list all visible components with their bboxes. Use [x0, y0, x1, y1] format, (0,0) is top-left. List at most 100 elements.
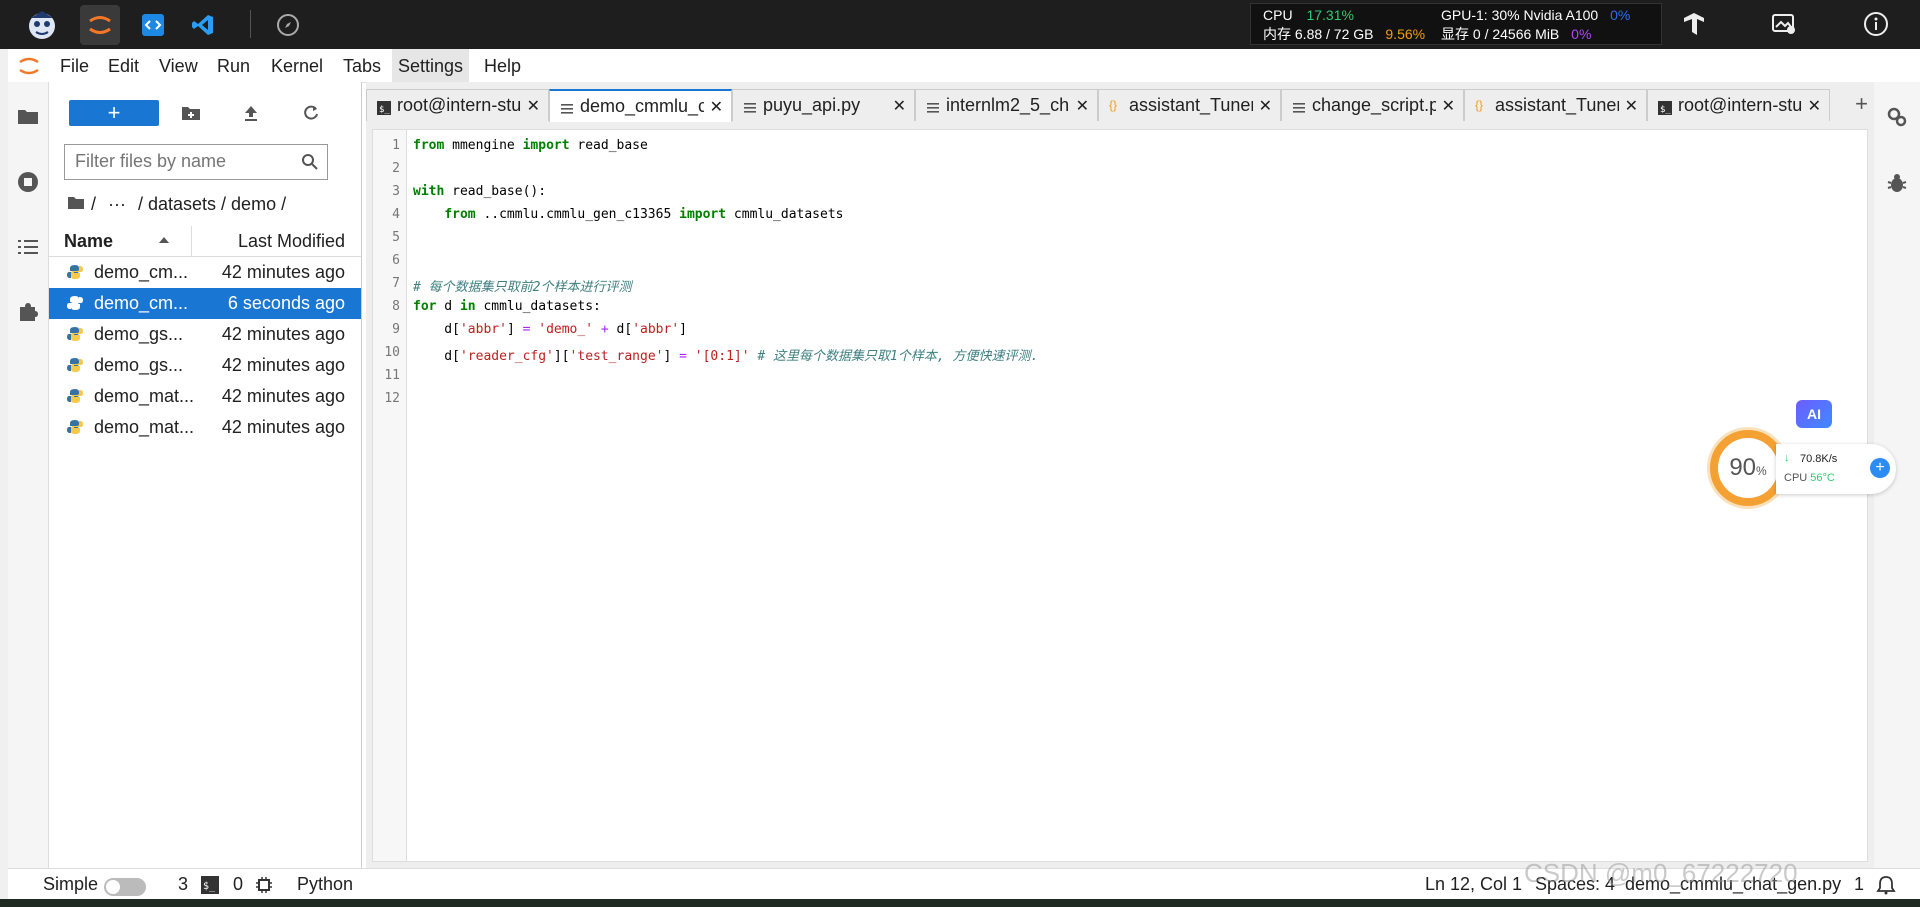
- jupyter-icon[interactable]: [80, 5, 120, 45]
- file-filter-input[interactable]: [65, 145, 305, 177]
- breadcrumb-path[interactable]: / datasets / demo /: [138, 194, 286, 215]
- file-modified: 42 minutes ago: [221, 417, 345, 437]
- code-token: read_base: [569, 138, 648, 153]
- tab-assistant-tuner-2[interactable]: {} assistant_Tuner. ✕: [1464, 89, 1647, 121]
- debugger-icon[interactable]: [1887, 172, 1907, 199]
- column-name-header[interactable]: Name: [64, 231, 113, 252]
- tab-demo-cmmlu[interactable]: demo_cmmlu_c ✕: [549, 89, 732, 122]
- ai-badge[interactable]: AI: [1796, 400, 1832, 428]
- menu-run[interactable]: Run: [211, 49, 256, 82]
- code-token: '[0:1]': [694, 349, 750, 364]
- column-separator[interactable]: [191, 226, 192, 256]
- simple-mode-toggle[interactable]: [104, 878, 146, 896]
- close-icon[interactable]: ✕: [1808, 96, 1821, 116]
- terminal-count[interactable]: 3: [178, 874, 188, 895]
- file-row-selected[interactable]: demo_cm... 6 seconds ago: [49, 288, 361, 319]
- cpu-value: 17.31%: [1306, 7, 1354, 23]
- code-token: from: [413, 138, 445, 153]
- kernel-count[interactable]: 0: [233, 874, 243, 895]
- menu-view[interactable]: View: [153, 49, 204, 82]
- close-icon[interactable]: ✕: [1625, 96, 1638, 116]
- menu-file[interactable]: File: [54, 49, 95, 82]
- mascot-icon[interactable]: [22, 5, 62, 45]
- taskbar-separator: [250, 10, 251, 38]
- screenshot-icon[interactable]: [1768, 8, 1800, 40]
- code-token: 'demo_': [538, 322, 594, 337]
- column-modified-header[interactable]: Last Modified: [238, 231, 345, 252]
- menu-kernel[interactable]: Kernel: [265, 49, 329, 82]
- vscode-icon[interactable]: [183, 5, 223, 45]
- new-launcher-button[interactable]: +: [69, 100, 159, 126]
- gpu-value: 0%: [1610, 7, 1631, 23]
- file-row[interactable]: demo_mat... 42 minutes ago: [49, 412, 361, 443]
- breadcrumb-ellipsis[interactable]: ···: [108, 194, 126, 215]
- compass-icon[interactable]: [268, 5, 308, 45]
- memory-usage-ring[interactable]: 90%: [1710, 430, 1786, 506]
- cursor-position[interactable]: Ln 12, Col 1: [1425, 874, 1522, 895]
- breadcrumb-folder-icon[interactable]: [67, 194, 85, 215]
- file-filter-field[interactable]: [64, 144, 328, 180]
- kernel-name[interactable]: Python: [297, 874, 353, 895]
- file-row[interactable]: demo_gs... 42 minutes ago: [49, 319, 361, 350]
- file-modified: 42 minutes ago: [221, 355, 345, 375]
- file-name: demo_mat...: [94, 417, 195, 437]
- tab-label: puyu_api.py: [763, 95, 861, 115]
- network-cpu-panel: ↓ 70.8K/s CPU 56°C +: [1776, 444, 1896, 494]
- breadcrumb-root[interactable]: /: [91, 194, 96, 215]
- refresh-icon[interactable]: [298, 100, 324, 126]
- property-inspector-icon[interactable]: [1886, 106, 1908, 133]
- python-file-icon: [67, 326, 83, 347]
- tab-internlm[interactable]: internlm2_5_cha ✕: [915, 89, 1098, 121]
- python-file-icon: [67, 264, 83, 285]
- menu-edit[interactable]: Edit: [102, 49, 145, 82]
- tab-terminal-2[interactable]: $_ root@intern-stu ✕: [1647, 89, 1830, 121]
- close-icon[interactable]: ✕: [710, 97, 723, 117]
- file-row[interactable]: demo_gs... 42 minutes ago: [49, 350, 361, 381]
- sort-ascending-icon[interactable]: [159, 237, 169, 243]
- file-modified: 42 minutes ago: [221, 386, 345, 406]
- bell-icon[interactable]: [1876, 875, 1896, 900]
- network-speed: 70.8K/s: [1800, 453, 1838, 465]
- tab-puyu-api[interactable]: puyu_api.py ✕: [732, 89, 915, 121]
- code-icon[interactable]: [133, 5, 173, 45]
- close-icon[interactable]: ✕: [1259, 96, 1272, 116]
- upload-icon[interactable]: [238, 100, 264, 126]
- close-icon[interactable]: ✕: [1442, 96, 1455, 116]
- file-row[interactable]: demo_cm... 42 minutes ago: [49, 257, 361, 288]
- svg-text:$_: $_: [1660, 105, 1671, 115]
- close-icon[interactable]: ✕: [893, 96, 906, 116]
- add-tab-button[interactable]: +: [1855, 91, 1868, 117]
- file-name: demo_gs...: [94, 324, 184, 344]
- running-sessions-icon[interactable]: [16, 170, 40, 194]
- table-of-contents-icon[interactable]: [16, 235, 40, 259]
- code-editor[interactable]: 1 2 3 4 5 6 7 8 9 10 11 12 from mmengine…: [372, 129, 1868, 862]
- system-widget[interactable]: AI 90% ↓ 70.8K/s CPU 56°C +: [1710, 400, 1900, 510]
- info-icon[interactable]: [1860, 8, 1892, 40]
- toggle-knob: [106, 880, 120, 894]
- tab-change-script[interactable]: change_script.p ✕: [1281, 89, 1464, 121]
- line-number-gutter: 1 2 3 4 5 6 7 8 9 10 11 12: [373, 130, 407, 861]
- code-token: ][: [553, 349, 570, 364]
- menu-tabs[interactable]: Tabs: [337, 49, 387, 82]
- notification-count[interactable]: 1: [1854, 874, 1864, 895]
- tab-terminal-1[interactable]: $_ root@intern-stu ✕: [366, 89, 549, 121]
- menu-help[interactable]: Help: [478, 49, 527, 82]
- widget-expand-button[interactable]: +: [1870, 458, 1890, 478]
- file-row[interactable]: demo_mat... 42 minutes ago: [49, 381, 361, 412]
- extensions-icon[interactable]: [16, 300, 40, 324]
- close-icon[interactable]: ✕: [1076, 96, 1089, 116]
- menu-settings[interactable]: Settings: [392, 49, 470, 82]
- new-folder-icon[interactable]: [178, 100, 204, 126]
- tab-assistant-tuner-1[interactable]: {} assistant_Tuner. ✕: [1098, 89, 1281, 121]
- folder-icon[interactable]: [16, 104, 40, 128]
- file-list-header: Name Last Modified: [49, 226, 361, 257]
- code-token: =: [679, 349, 687, 364]
- close-icon[interactable]: ✕: [527, 96, 540, 116]
- tensorflow-icon[interactable]: [1678, 8, 1710, 40]
- window-left-edge: [0, 49, 8, 899]
- code-line-7: # 每个数据集只取前2个样本进行评测: [413, 280, 632, 295]
- code-token: mmengine: [444, 138, 523, 153]
- cpu-label: CPU: [1263, 7, 1293, 23]
- svg-text:$_: $_: [203, 881, 216, 892]
